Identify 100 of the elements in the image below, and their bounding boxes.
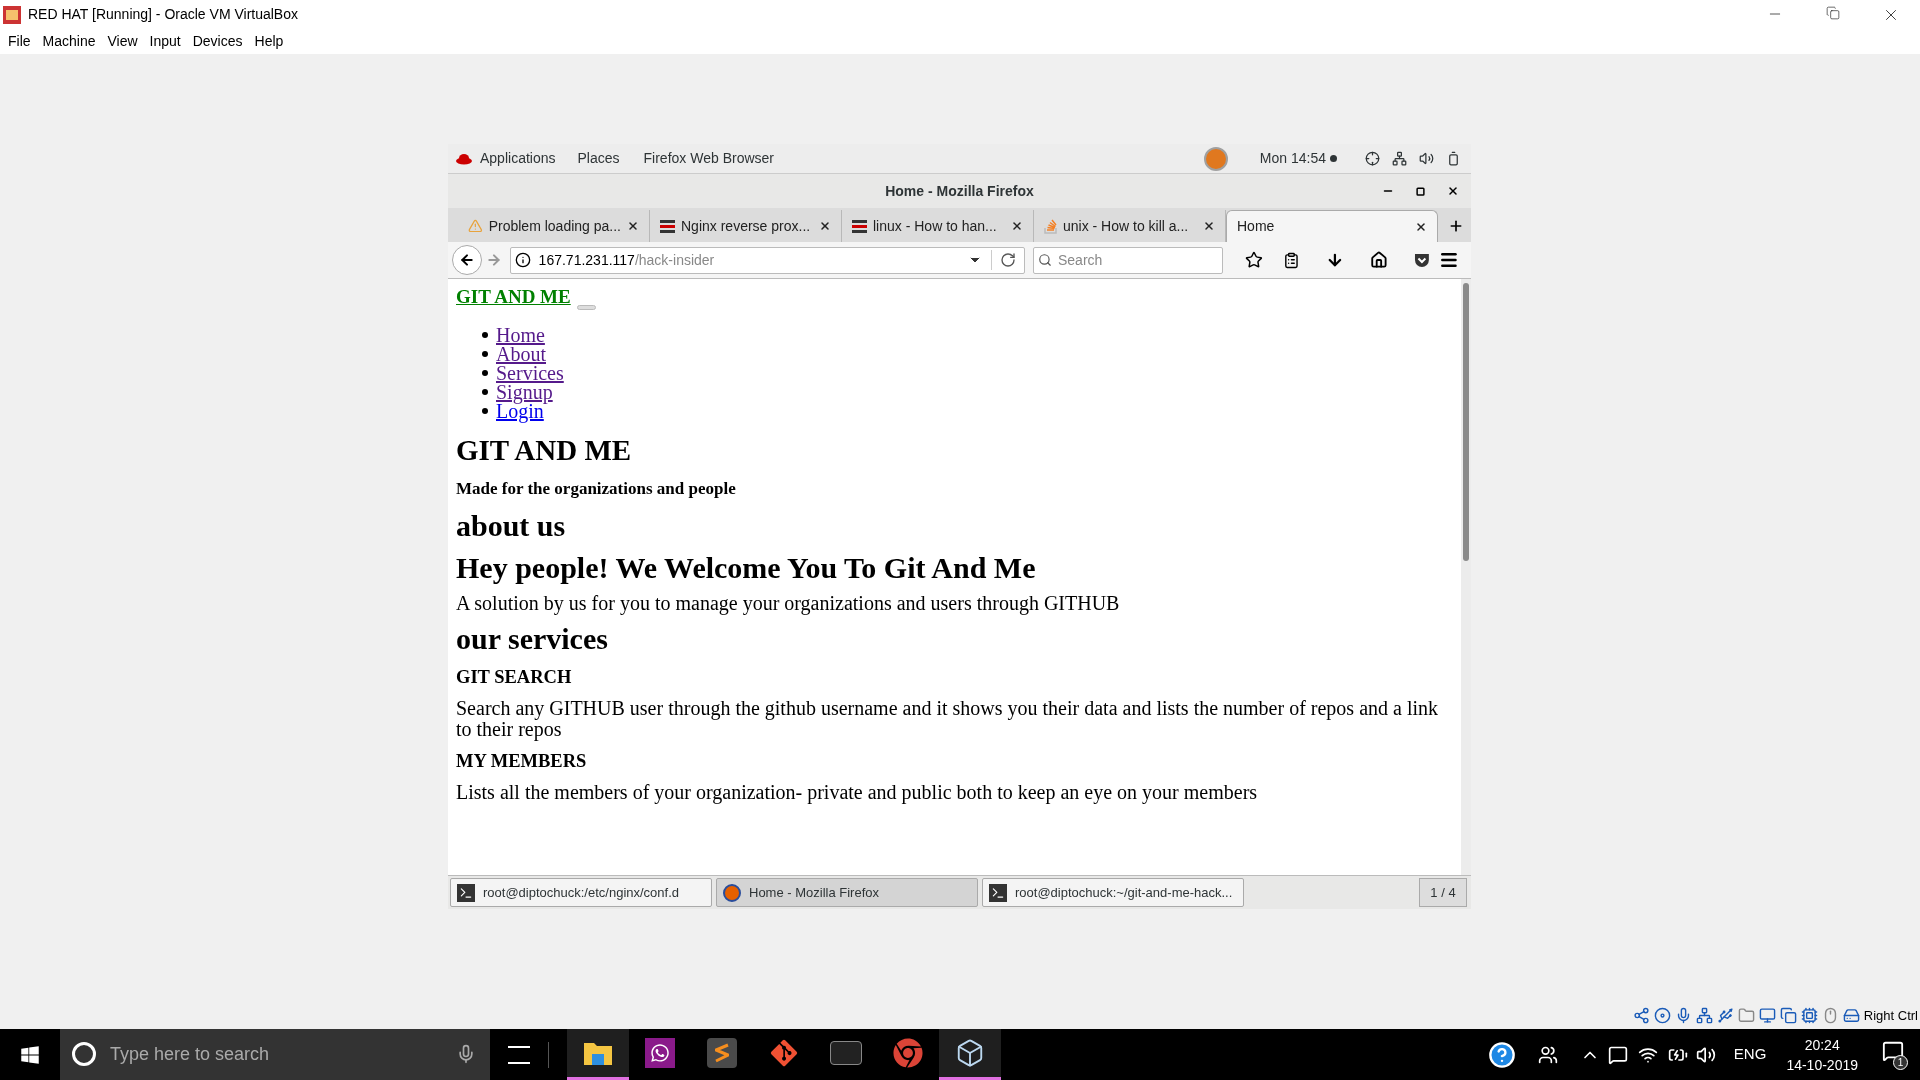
bullet-icon bbox=[482, 332, 488, 338]
bullet-icon bbox=[482, 408, 488, 414]
heading: Made for the organizations and people bbox=[456, 478, 737, 499]
back-button[interactable] bbox=[452, 245, 482, 275]
shield-icon[interactable] bbox=[1413, 251, 1432, 269]
people-icon[interactable] bbox=[1537, 1044, 1558, 1065]
url-field[interactable]: 167.71.231.117/hack-insider bbox=[509, 246, 1025, 274]
heading: about us bbox=[456, 508, 567, 543]
menu-icon[interactable] bbox=[1439, 250, 1460, 270]
git-app-icon bbox=[769, 1038, 799, 1068]
url-path: /hack-insider bbox=[634, 251, 715, 268]
host-key-label: Right Ctrl bbox=[1863, 1006, 1918, 1025]
window-label: Home - Mozilla Firefox bbox=[749, 883, 880, 902]
app-icon bbox=[3, 5, 21, 24]
notification-count: 1 bbox=[1893, 1054, 1908, 1070]
maximize-icon[interactable] bbox=[1416, 186, 1425, 196]
tab-label: linux - How to han... bbox=[873, 216, 997, 236]
volume-icon[interactable] bbox=[1695, 1044, 1716, 1065]
bullet-icon bbox=[482, 389, 488, 395]
network-icon[interactable] bbox=[1695, 1006, 1713, 1024]
window-list-item[interactable]: root@diptochuck:~/git-and-me-hack... bbox=[982, 878, 1244, 907]
close-tab-icon[interactable] bbox=[1011, 220, 1023, 232]
disc-icon[interactable] bbox=[1653, 1006, 1671, 1024]
menu-item[interactable]: Devices bbox=[186, 31, 249, 52]
home-icon[interactable] bbox=[1369, 251, 1388, 269]
clock-date: 14-10-2019 bbox=[1786, 1055, 1858, 1075]
windows-icon[interactable] bbox=[1779, 1006, 1797, 1024]
new-tab-icon[interactable] bbox=[1448, 218, 1464, 234]
reload-icon[interactable] bbox=[1000, 252, 1016, 268]
menu-item[interactable]: Help bbox=[248, 31, 290, 52]
paragraph: A solution by us for you to manage your organizations and users through GITHUB bbox=[456, 592, 1121, 614]
taskbar-search-field[interactable]: Type here to search bbox=[60, 1029, 490, 1080]
warning-icon bbox=[468, 218, 483, 234]
toggle-button[interactable] bbox=[576, 304, 596, 310]
editor-app-icon bbox=[707, 1038, 737, 1068]
usb-icon[interactable] bbox=[1716, 1006, 1734, 1024]
close-tab-icon[interactable] bbox=[1415, 220, 1427, 233]
search-field[interactable]: Search bbox=[1033, 246, 1223, 274]
browser-window-title: Home - Mozilla Firefox bbox=[885, 181, 1034, 201]
clock[interactable]: Mon 14:54 bbox=[1259, 148, 1326, 169]
heading: MY MEMBERS bbox=[456, 749, 588, 772]
help-icon[interactable] bbox=[1487, 1040, 1516, 1069]
microphone-icon[interactable] bbox=[456, 1044, 476, 1064]
language-indicator[interactable]: ENG bbox=[1733, 1043, 1767, 1066]
start-icon[interactable] bbox=[20, 1044, 40, 1065]
close-tab-icon[interactable] bbox=[819, 220, 831, 232]
window-label: root@diptochuck:~/git-and-me-hack... bbox=[1015, 883, 1233, 902]
info-icon[interactable] bbox=[514, 252, 531, 268]
chip-icon[interactable] bbox=[1800, 1006, 1818, 1024]
heading: Hey people! We Welcome You To Git And Me bbox=[456, 550, 1037, 585]
forward-icon[interactable] bbox=[485, 252, 502, 268]
stack-icon bbox=[1044, 218, 1057, 234]
tray-icon[interactable] bbox=[1607, 1044, 1628, 1065]
network-icon[interactable] bbox=[1392, 151, 1407, 166]
url-host: 167.71.231.117 bbox=[538, 251, 635, 268]
task-view-icon[interactable] bbox=[508, 1045, 530, 1064]
bars-icon bbox=[660, 219, 675, 233]
browser-tab[interactable]: Home bbox=[1226, 210, 1438, 242]
window-list-item[interactable]: root@diptochuck:/etc/nginx/conf.d bbox=[450, 878, 712, 907]
clipboard-icon[interactable] bbox=[1282, 251, 1300, 269]
brand-link[interactable]: GIT AND ME bbox=[456, 283, 571, 312]
menu-item[interactable]: File bbox=[2, 31, 37, 52]
menu-item[interactable]: Machine bbox=[36, 31, 102, 52]
folder-icon bbox=[583, 1040, 613, 1066]
clock[interactable]: 20:24 14-10-2019 bbox=[1786, 1034, 1858, 1075]
folder-icon[interactable] bbox=[1737, 1006, 1755, 1024]
top-bar-menu[interactable]: Firefox Web Browser bbox=[643, 148, 774, 169]
tab-label: Home bbox=[1237, 217, 1275, 236]
chat-app-icon bbox=[645, 1038, 675, 1068]
bookmark-star-icon[interactable] bbox=[1245, 251, 1263, 269]
bullet-icon bbox=[482, 370, 488, 376]
bars-icon bbox=[852, 219, 867, 233]
menu-item[interactable]: Input bbox=[143, 31, 187, 52]
page-title: GIT AND ME bbox=[456, 432, 633, 467]
browser-icon bbox=[893, 1038, 923, 1068]
close-icon[interactable] bbox=[1447, 185, 1459, 197]
display-icon[interactable] bbox=[1758, 1006, 1776, 1024]
terminal-icon bbox=[457, 883, 475, 902]
window-list-item[interactable]: Home - Mozilla Firefox bbox=[716, 878, 978, 907]
target-icon[interactable] bbox=[1365, 151, 1380, 166]
paragraph: Search any GITHUB user through the github username and it shows you their data and lists the number of repos and a link to their repos bbox=[456, 697, 1439, 740]
paragraph: Lists all the members of your organization- private and public both to keep an eye on your members bbox=[456, 781, 1259, 803]
terminal-icon bbox=[989, 883, 1007, 902]
window-title: RED HAT [Running] - Oracle VM VirtualBox bbox=[28, 5, 298, 24]
window-label: root@diptochuck:/etc/nginx/conf.d bbox=[483, 883, 680, 902]
taskbar-app[interactable] bbox=[939, 1029, 1001, 1080]
tab-label: Problem loading pa... bbox=[488, 216, 621, 236]
menu-item[interactable]: View bbox=[101, 31, 144, 52]
top-bar-menu[interactable]: Applications bbox=[480, 148, 556, 169]
taskbar-app[interactable] bbox=[567, 1029, 629, 1080]
volume-icon[interactable] bbox=[1419, 151, 1434, 166]
bullet-icon bbox=[482, 351, 488, 357]
battery-icon[interactable] bbox=[1446, 151, 1461, 166]
workspace-switcher[interactable]: 1 / 4 bbox=[1419, 878, 1467, 907]
heading: GIT SEARCH bbox=[456, 665, 573, 688]
terminal-app-icon bbox=[830, 1041, 862, 1065]
close-tab-icon[interactable] bbox=[627, 220, 639, 232]
cube-app-icon bbox=[955, 1038, 985, 1068]
close-tab-icon[interactable] bbox=[1203, 220, 1215, 232]
top-bar-menu[interactable]: Places bbox=[577, 148, 620, 169]
